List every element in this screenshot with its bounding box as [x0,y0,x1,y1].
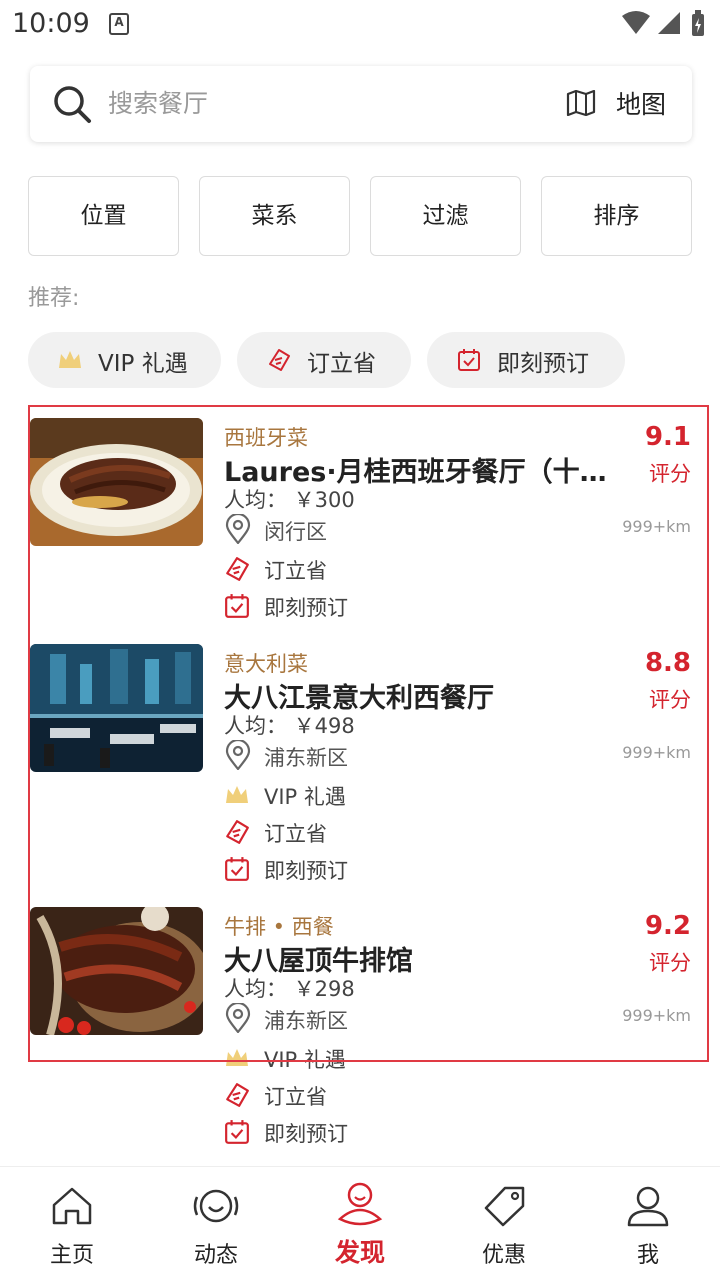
crown-icon [226,786,248,803]
perk-instant-booking-label: 即刻预订 [264,1122,348,1146]
chip-save-label: 订立省 [307,351,376,377]
restaurant-distance: 999+km [622,517,691,536]
restaurant-price: 人均： ￥498 [224,714,355,738]
restaurant-photo [30,644,203,772]
status-bar: 10:09 A [0,0,720,50]
app-notification-icon: A [109,13,129,35]
home-icon [52,1187,92,1225]
tab-me[interactable]: 我 [576,1167,720,1280]
tab-offers-label: 优惠 [481,1243,526,1268]
restaurant-card[interactable]: 牛排 • 西餐 大八屋顶牛排馆 人均： ￥298 浦东新区 999+km 9.2… [30,907,695,1147]
status-time: 10:09 [12,8,90,39]
map-icon[interactable] [566,90,596,116]
restaurant-price: 人均： ￥300 [224,488,355,512]
profile-icon [627,1186,669,1227]
restaurant-card[interactable]: 意大利菜 大八江景意大利西餐厅 人均： ￥498 浦东新区 999+km 8.8… [30,644,695,884]
map-button[interactable]: 地图 [616,85,666,121]
perk-vip-label: VIP 礼遇 [264,785,346,809]
location-pin-icon [225,740,251,770]
chip-instant-booking[interactable]: 即刻预订 [427,332,625,388]
restaurant-category: 西班牙菜 [224,426,308,450]
perk-vip-label: VIP 礼遇 [264,1048,346,1072]
filter-cuisine-button[interactable]: 菜系 [199,176,350,256]
restaurant-district: 浦东新区 [264,1009,348,1033]
location-pin-icon [225,1003,251,1033]
restaurant-category: 意大利菜 [224,652,308,676]
search-input[interactable]: 搜索餐厅 [108,84,208,120]
tag-icon [226,557,249,581]
perk-save-label: 订立省 [264,559,327,583]
tab-me-label: 我 [636,1243,659,1268]
filter-location-button[interactable]: 位置 [28,176,179,256]
restaurant-card[interactable]: 西班牙菜 Laures·月桂西班牙餐厅（十... 人均： ￥300 闵行区 99… [30,418,695,620]
chip-vip-label: VIP 礼遇 [98,351,188,377]
perk-save-label: 订立省 [264,1085,327,1109]
filter-sort-button[interactable]: 排序 [541,176,692,256]
restaurant-photo [30,418,203,546]
restaurant-score-label: 评分 [649,462,691,486]
perk-save-label: 订立省 [264,822,327,846]
bottom-tab-bar: 主页 动态 发现 优惠 我 [0,1166,720,1280]
search-icon [54,86,91,123]
tab-discover-label: 发现 [334,1238,385,1267]
restaurant-score-label: 评分 [649,951,691,975]
tab-discover[interactable]: 发现 [288,1167,432,1280]
signal-wifi-battery-icon [622,10,704,36]
tag-icon [226,1083,249,1107]
restaurant-district: 浦东新区 [264,746,348,770]
restaurant-district: 闵行区 [264,520,327,544]
tag-icon [269,349,290,371]
restaurant-category: 牛排 • 西餐 [224,915,334,939]
tab-feed[interactable]: 动态 [144,1167,288,1280]
status-icons [620,10,710,42]
restaurant-distance: 999+km [622,1006,691,1025]
perk-instant-booking-label: 即刻预订 [264,596,348,620]
tab-home[interactable]: 主页 [0,1167,144,1280]
crown-icon [59,351,81,368]
recommend-label: 推荐: [28,286,80,311]
filter-bar: 位置 菜系 过滤 排序 [28,176,692,256]
tab-feed-label: 动态 [193,1243,238,1268]
calendar-icon [225,594,249,618]
restaurant-score-label: 评分 [649,688,691,712]
search-bar[interactable]: 搜索餐厅 地图 [30,66,692,142]
calendar-icon [225,857,249,881]
chip-vip[interactable]: VIP 礼遇 [28,332,221,388]
calendar-icon [225,1120,249,1144]
chip-instant-booking-label: 即刻预订 [497,351,589,377]
filter-filter-button[interactable]: 过滤 [370,176,521,256]
restaurant-photo [30,907,203,1035]
restaurant-distance: 999+km [622,743,691,762]
coupon-icon [484,1186,525,1227]
restaurant-score: 9.2 [644,911,691,941]
location-pin-icon [225,514,251,544]
crown-icon [226,1049,248,1066]
tab-offers[interactable]: 优惠 [432,1167,576,1280]
perk-instant-booking-label: 即刻预订 [264,859,348,883]
chat-icon [193,1189,239,1223]
calendar-icon [458,349,480,371]
restaurant-score: 8.8 [644,648,691,678]
chip-save[interactable]: 订立省 [237,332,411,388]
tab-home-label: 主页 [49,1243,94,1268]
restaurant-price: 人均： ￥298 [224,977,355,1001]
discover-icon [337,1182,383,1226]
tag-icon [226,820,249,844]
restaurant-score: 9.1 [644,422,691,452]
